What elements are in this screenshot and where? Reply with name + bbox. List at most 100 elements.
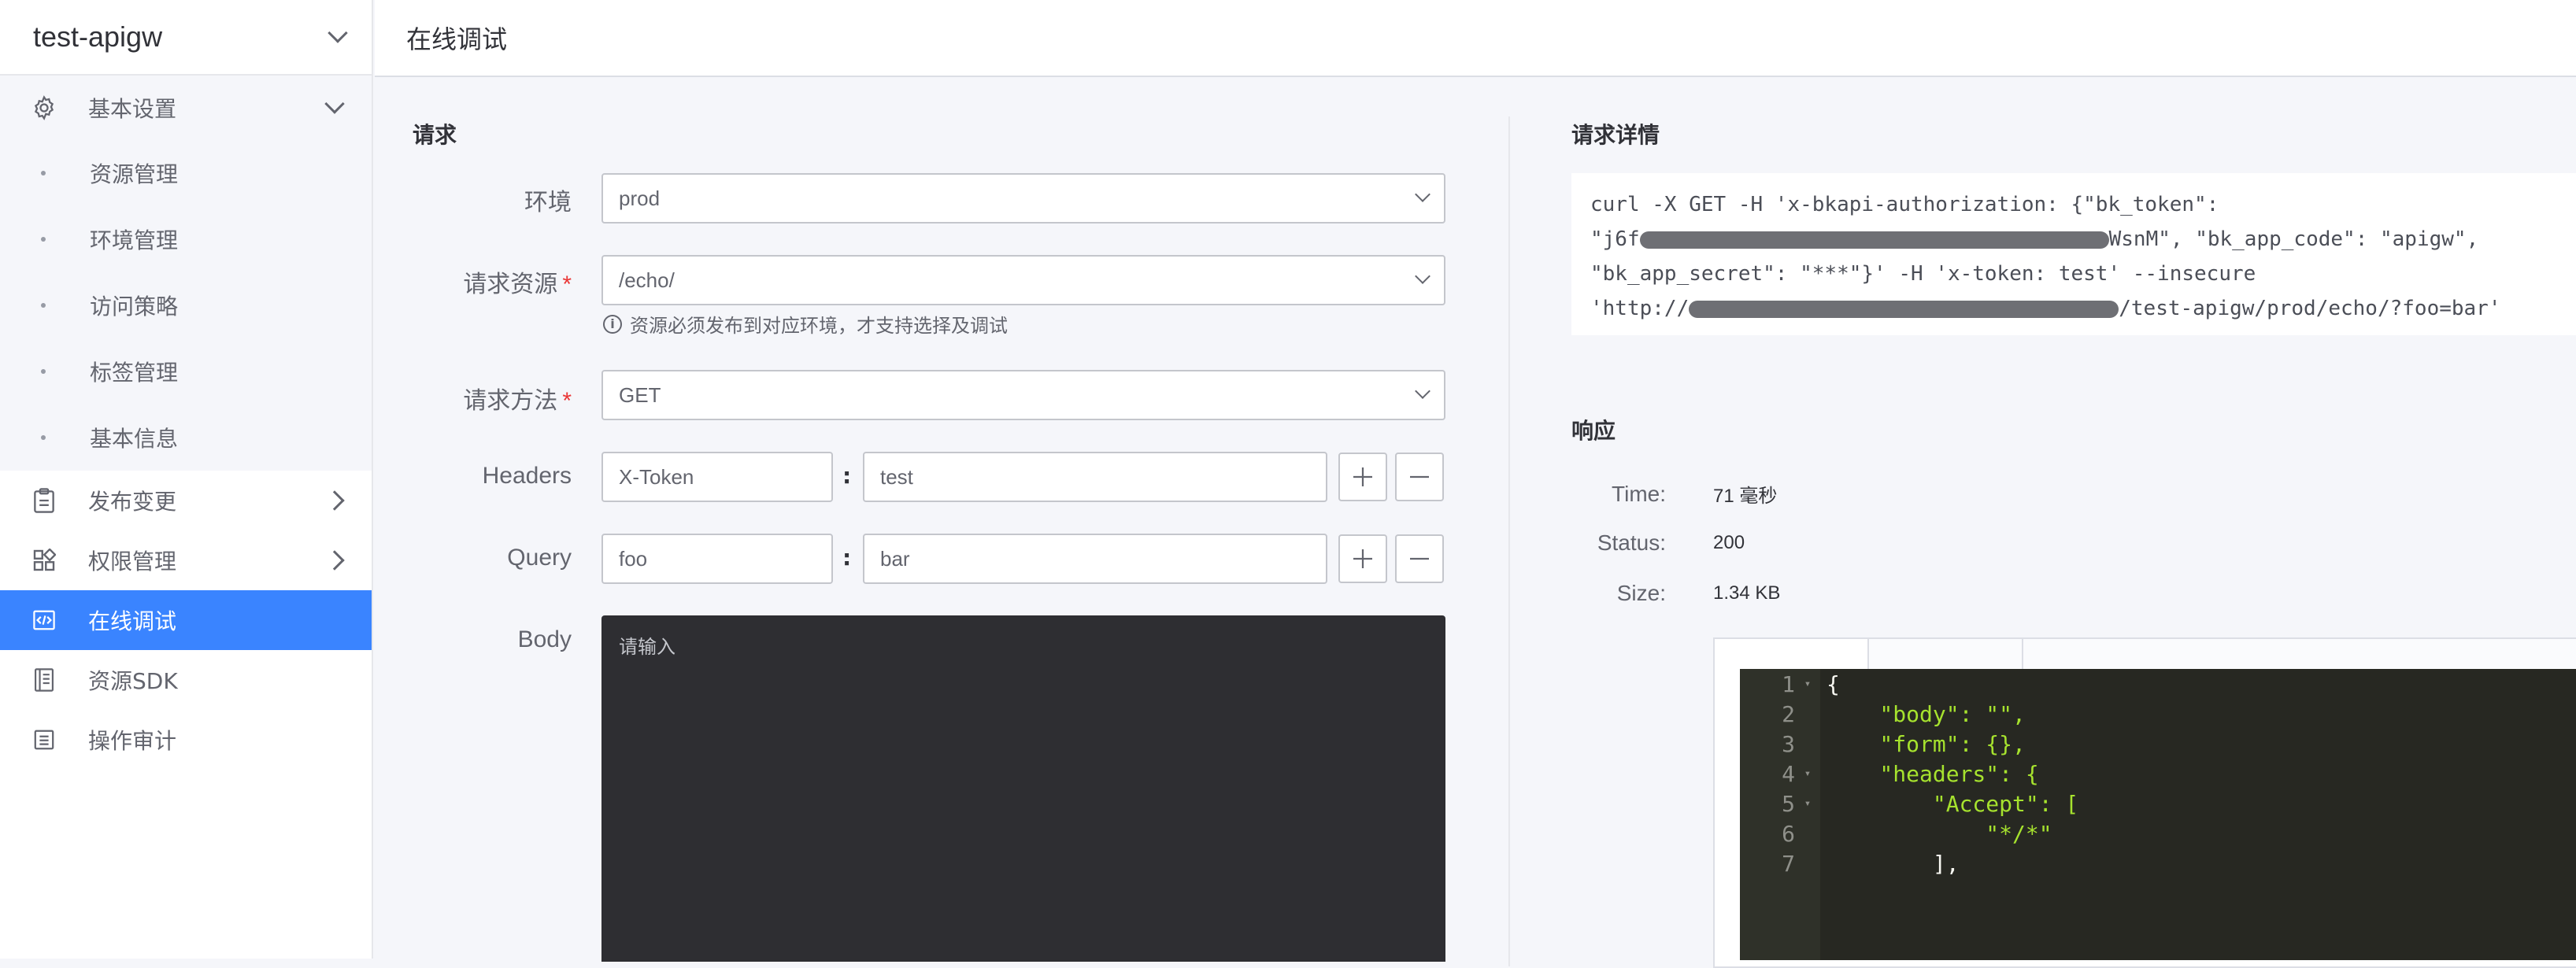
sidebar-item-online-debug[interactable]: 在线调试	[0, 590, 372, 650]
line-number: 4	[1782, 760, 1795, 787]
body-editor[interactable]: 请输入	[601, 615, 1445, 962]
project-selector[interactable]: test-apigw	[0, 0, 372, 76]
add-header-button[interactable]	[1338, 453, 1387, 501]
info-icon: i	[603, 314, 622, 334]
query-label: Query	[507, 545, 572, 571]
body-placeholder: 请输入	[619, 636, 675, 658]
code-line: 2 "body": "",	[1740, 699, 2026, 729]
minus-icon	[1410, 557, 1429, 560]
method-select-value: GET	[619, 382, 661, 407]
curl-line-4-end: /test-apigw/prod/echo/?foo=bar'	[2119, 297, 2501, 320]
response-status-value: 200	[1713, 532, 1745, 553]
header-key-value: X-Token	[619, 464, 694, 489]
header-value-value: test	[880, 464, 913, 489]
redacted-host	[1689, 300, 2119, 318]
response-size-row: Size: 1.34 KB	[1571, 581, 1781, 606]
request-section-title: 请求	[413, 122, 457, 148]
sidebar-item-basic-settings[interactable]: 基本设置	[0, 76, 372, 140]
env-select[interactable]: prod	[601, 173, 1445, 224]
minus-icon	[1410, 475, 1429, 478]
sidebar-item-label: 权限管理	[88, 549, 177, 575]
nav-group-basic-settings: 基本设置 资源管理 环境管理 访问策略 标签管理 基本信息	[0, 76, 372, 471]
resource-select-value: /echo/	[619, 268, 675, 292]
response-time-row: Time: 71 毫秒	[1571, 480, 1777, 508]
page-title: 在线调试	[406, 24, 508, 54]
curl-command: curl -X GET -H 'x-bkapi-authorization: {…	[1571, 173, 2576, 335]
method-label-text: 请求方法	[463, 388, 558, 414]
sidebar-subitem-label: 基本信息	[90, 426, 179, 452]
response-section-title: 响应	[1571, 418, 1616, 444]
query-key-value: foo	[619, 546, 648, 571]
sidebar-item-label: 在线调试	[88, 608, 177, 634]
sidebar-subitem-environments[interactable]: 环境管理	[0, 206, 372, 272]
sidebar-item-release[interactable]: 发布变更	[0, 471, 372, 530]
line-number: 7	[1782, 850, 1795, 877]
query-colon: :	[842, 545, 852, 571]
book-icon	[30, 666, 58, 694]
sidebar-subitem-resources[interactable]: 资源管理	[0, 140, 372, 206]
request-detail-title: 请求详情	[1571, 122, 1660, 148]
resource-hint: i 资源必须发布到对应环境，才支持选择及调试	[603, 310, 1008, 338]
bullet-icon	[41, 369, 46, 374]
remove-query-button[interactable]	[1395, 534, 1444, 583]
code-line: 5 ▾ "Accept": [	[1740, 789, 2078, 818]
method-select[interactable]: GET	[601, 370, 1445, 420]
curl-line-2-end: WsnM", "bk_app_code": "apigw",	[2108, 227, 2479, 251]
curl-line-3: "bk_app_secret": "***"}' -H 'x-token: te…	[1590, 262, 2256, 286]
project-name: test-apigw	[33, 20, 163, 53]
line-number: 2	[1782, 700, 1795, 727]
section-divider	[1508, 116, 1510, 966]
sidebar-subitem-basic-info[interactable]: 基本信息	[0, 405, 372, 471]
chevron-down-icon	[1415, 187, 1430, 202]
resource-label: 请求资源 *	[375, 264, 572, 299]
grid-icon	[30, 546, 58, 575]
gear-icon	[30, 94, 58, 122]
body-label: Body	[517, 626, 572, 652]
code-text: "form": {},	[1827, 730, 2026, 757]
chevron-down-icon	[1415, 383, 1430, 399]
response-code-viewer[interactable]: 1 ▾ { 2 "body": "", 3 "form": {}, 4 ▾ "h…	[1740, 669, 2576, 960]
remove-header-button[interactable]	[1395, 453, 1444, 501]
env-select-value: prod	[619, 186, 661, 210]
code-text: "*/*"	[1827, 820, 2052, 847]
sidebar-item-permissions[interactable]: 权限管理	[0, 530, 372, 590]
method-label: 请求方法 *	[375, 381, 572, 416]
chevron-down-icon	[328, 23, 348, 43]
redacted-token	[1639, 231, 2109, 249]
chevron-down-icon	[1415, 268, 1430, 284]
resource-hint-text: 资源必须发布到对应环境，才支持选择及调试	[630, 315, 1008, 337]
add-query-button[interactable]	[1338, 534, 1387, 583]
sidebar-subitem-labels[interactable]: 标签管理	[0, 338, 372, 405]
sidebar-item-label: 操作审计	[88, 728, 177, 754]
clipboard-icon	[30, 486, 58, 515]
curl-line-4-start: 'http://	[1590, 297, 1690, 320]
query-key-input[interactable]: foo	[601, 534, 833, 584]
fold-arrow-icon[interactable]: ▾	[1795, 767, 1820, 780]
document-icon	[30, 726, 58, 754]
code-text: "Accept": [	[1827, 790, 2079, 817]
code-line: 4 ▾ "headers": {	[1740, 759, 2039, 789]
chevron-right-icon	[324, 490, 345, 511]
query-value-input[interactable]: bar	[863, 534, 1327, 584]
sidebar-subitem-label: 访问策略	[90, 294, 179, 320]
header-value-input[interactable]: test	[863, 452, 1327, 502]
sidebar-item-label: 发布变更	[88, 489, 177, 515]
sidebar-item-label: 资源SDK	[88, 668, 178, 694]
header-key-input[interactable]: X-Token	[601, 452, 833, 502]
fold-arrow-icon[interactable]: ▾	[1795, 678, 1820, 690]
plus-icon	[1353, 549, 1372, 568]
required-mark: *	[562, 388, 572, 414]
code-line: 1 ▾ {	[1740, 669, 1840, 699]
chevron-right-icon	[324, 550, 345, 571]
resource-select[interactable]: /echo/	[601, 255, 1445, 305]
fold-arrow-icon[interactable]: ▾	[1795, 797, 1820, 810]
line-number: 5	[1782, 790, 1795, 817]
curl-line-2-start: "j6f	[1590, 227, 1640, 251]
code-line: 3 "form": {},	[1740, 729, 2026, 759]
line-number: 3	[1782, 730, 1795, 757]
sidebar-item-audit[interactable]: 操作审计	[0, 710, 372, 770]
code-line: 7 ],	[1740, 848, 1959, 878]
plus-icon	[1353, 467, 1372, 486]
sidebar-item-sdk[interactable]: 资源SDK	[0, 650, 372, 710]
sidebar-subitem-access-policies[interactable]: 访问策略	[0, 272, 372, 338]
